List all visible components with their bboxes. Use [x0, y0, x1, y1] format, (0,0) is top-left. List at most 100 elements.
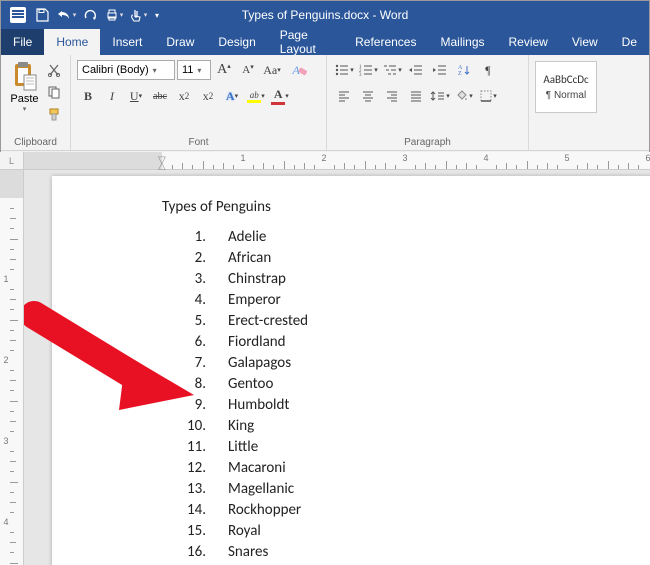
list-item-text: Gentoo: [228, 375, 273, 393]
ruler-corner[interactable]: L: [0, 152, 24, 170]
borders-icon[interactable]: ▾: [477, 85, 499, 107]
tab-view[interactable]: View: [560, 29, 610, 55]
list-item-number: 1.: [162, 228, 206, 246]
list-item-text: Erect-crested: [228, 312, 308, 330]
grow-font-icon[interactable]: A▴: [213, 59, 235, 81]
document-title[interactable]: Types of Penguins: [162, 198, 650, 216]
paste-button[interactable]: Paste ▾: [7, 59, 42, 123]
increase-indent-icon[interactable]: [429, 59, 451, 81]
qat-customize-icon[interactable]: ▾: [151, 4, 163, 26]
shrink-font-icon[interactable]: A▾: [237, 59, 259, 81]
change-case-icon[interactable]: Aa▾: [261, 59, 283, 81]
touch-mode-icon[interactable]: ▾: [127, 4, 149, 26]
list-item[interactable]: 7.Galapagos: [162, 352, 650, 373]
tab-design[interactable]: Design: [206, 29, 267, 55]
list-item[interactable]: 11. Little: [162, 436, 650, 457]
list-item[interactable]: 8.Gentoo: [162, 373, 650, 394]
list-item[interactable]: 3.Chinstrap: [162, 268, 650, 289]
list-item-text: Magellanic: [228, 480, 294, 498]
list-item-text: Macaroni: [228, 459, 286, 477]
list-item[interactable]: 4.Emperor: [162, 289, 650, 310]
list-item[interactable]: 2.African: [162, 247, 650, 268]
tab-review[interactable]: Review: [497, 29, 560, 55]
list-item[interactable]: 1.Adelie: [162, 226, 650, 247]
style-sample: AaBbCcDc: [543, 73, 588, 86]
list-item[interactable]: 13.Magellanic: [162, 478, 650, 499]
list-item-text: Galapagos: [228, 354, 291, 372]
page: Types of Penguins 1.Adelie2.African3.Chi…: [52, 176, 650, 565]
list-item[interactable]: 5. Erect-crested: [162, 310, 650, 331]
align-center-icon[interactable]: [357, 85, 379, 107]
list-item-text: King: [228, 417, 254, 435]
font-name-combo[interactable]: Calibri (Body)▾: [77, 60, 175, 80]
tab-file[interactable]: File: [1, 29, 44, 55]
italic-button[interactable]: I: [101, 85, 123, 107]
align-right-icon[interactable]: [381, 85, 403, 107]
list-item-text: Royal: [228, 522, 261, 540]
quickprint-icon[interactable]: ▾: [103, 4, 125, 26]
numbered-list[interactable]: 1.Adelie2.African3.Chinstrap4.Emperor 5. E…: [162, 226, 650, 565]
list-item[interactable]: 15.Royal: [162, 520, 650, 541]
font-color-bar: [271, 102, 285, 105]
text-effects-icon[interactable]: A▾: [221, 85, 243, 107]
copy-icon[interactable]: [44, 83, 64, 101]
line-spacing-icon[interactable]: ▾: [429, 85, 451, 107]
sort-icon[interactable]: AZ: [453, 59, 475, 81]
strikethrough-button[interactable]: abc: [149, 85, 171, 107]
list-item[interactable]: 14.Rockhopper: [162, 499, 650, 520]
list-item[interactable]: 16.Snares: [162, 541, 650, 562]
tab-mailings[interactable]: Mailings: [428, 29, 496, 55]
document-viewport[interactable]: Types of Penguins 1.Adelie2.African3.Chi…: [24, 170, 650, 565]
list-item-text: Fiordland: [228, 333, 286, 351]
list-item[interactable]: 12.Macaroni: [162, 457, 650, 478]
shading-icon[interactable]: ▾: [453, 85, 475, 107]
group-clipboard: Paste ▾ Clipboard: [1, 55, 71, 150]
tab-more[interactable]: De: [610, 29, 649, 55]
font-size-value: 11: [182, 64, 193, 76]
list-item[interactable]: 9.Humboldt: [162, 394, 650, 415]
tab-insert[interactable]: Insert: [100, 29, 154, 55]
bullets-icon[interactable]: ▾: [333, 59, 355, 81]
highlight-color-icon[interactable]: ab▾: [245, 85, 267, 107]
font-size-combo[interactable]: 11▾: [177, 60, 211, 80]
list-item[interactable]: 6.Fiordland: [162, 331, 650, 352]
save-icon[interactable]: [31, 4, 53, 26]
tab-home[interactable]: Home: [44, 29, 100, 55]
numbering-icon[interactable]: 123▾: [357, 59, 379, 81]
format-painter-icon[interactable]: [44, 105, 64, 123]
undo-icon[interactable]: ▾: [55, 4, 77, 26]
vertical-ruler[interactable]: 123456: [0, 170, 24, 565]
underline-button[interactable]: U▾: [125, 85, 147, 107]
superscript-button[interactable]: x2: [197, 85, 219, 107]
multilevel-list-icon[interactable]: ▾: [381, 59, 403, 81]
subscript-button[interactable]: x2: [173, 85, 195, 107]
group-font-label: Font: [77, 135, 320, 148]
style-normal[interactable]: AaBbCcDc ¶ Normal: [535, 61, 597, 113]
bold-button[interactable]: B: [77, 85, 99, 107]
list-item-text: Rockhopper: [228, 501, 301, 519]
tab-references[interactable]: References: [343, 29, 428, 55]
list-item-number: 11.: [162, 438, 206, 456]
horizontal-ruler[interactable]: 123456▽△: [24, 152, 650, 170]
paste-label: Paste: [10, 93, 38, 105]
group-paragraph: ▾ 123▾ ▾ AZ ¶ ▾ ▾ ▾ Paragraph: [327, 55, 529, 150]
list-item-number: 10.: [162, 417, 206, 435]
tab-draw[interactable]: Draw: [154, 29, 206, 55]
list-item-text: Little: [228, 438, 258, 456]
cut-icon[interactable]: [44, 61, 64, 79]
tab-page-layout[interactable]: Page Layout: [268, 29, 343, 55]
list-item[interactable]: 10. King: [162, 415, 650, 436]
ribbon-tabs: File Home Insert Draw Design Page Layout…: [1, 29, 649, 55]
redo-icon[interactable]: [79, 4, 101, 26]
ribbon: Paste ▾ Clipboard Calibri (Body)▾ 11▾ A▴…: [1, 55, 649, 151]
justify-icon[interactable]: [405, 85, 427, 107]
list-item-text: Emperor: [228, 291, 281, 309]
list-item-number: 5.: [162, 312, 206, 330]
clear-formatting-icon[interactable]: A: [285, 59, 307, 81]
font-color-icon[interactable]: A▾: [269, 85, 291, 107]
decrease-indent-icon[interactable]: [405, 59, 427, 81]
app-icon[interactable]: [7, 4, 29, 26]
align-left-icon[interactable]: [333, 85, 355, 107]
show-hide-marks-icon[interactable]: ¶: [477, 59, 499, 81]
quick-access-toolbar: ▾ ▾ ▾ ▾: [1, 4, 163, 26]
